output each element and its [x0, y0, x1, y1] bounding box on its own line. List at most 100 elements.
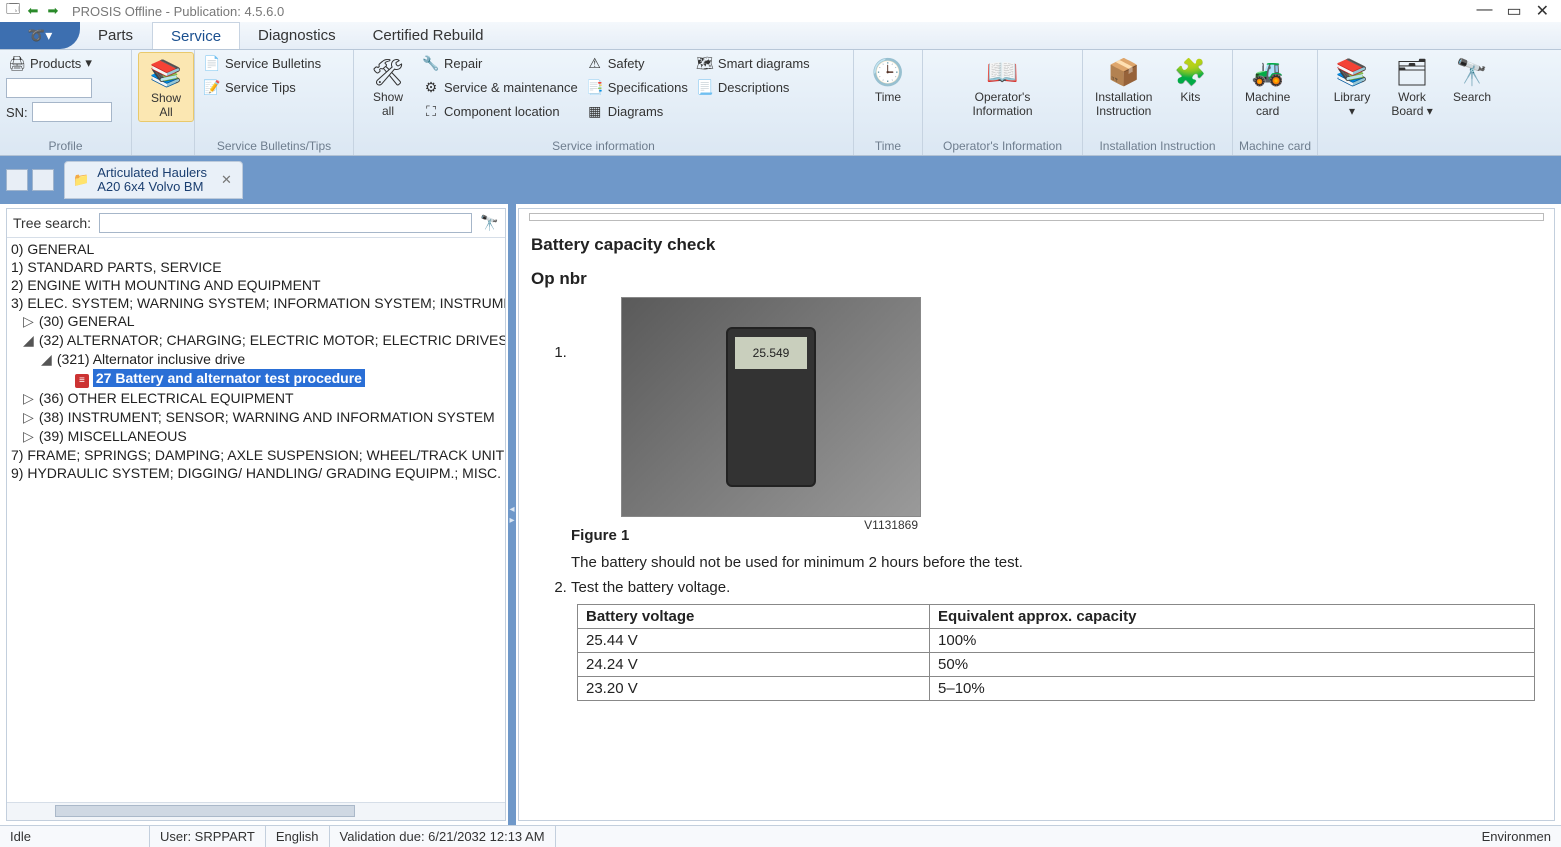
wrench-icon: 🔧	[422, 54, 440, 72]
products-icon: 🖨	[8, 54, 26, 72]
expand-icon[interactable]: ▷	[23, 409, 35, 426]
tree-label: (32) ALTERNATOR; CHARGING; ELECTRIC MOTO…	[39, 332, 505, 348]
nav-prev-button[interactable]	[6, 169, 28, 191]
close-button[interactable]: ✕	[1536, 1, 1549, 21]
tree-search-input[interactable]	[99, 213, 472, 233]
tree-search-label: Tree search:	[13, 215, 91, 231]
tree-label: 0) GENERAL	[11, 241, 94, 257]
tree-row[interactable]: ▷ (39) MISCELLANEOUS	[7, 427, 505, 446]
library-button[interactable]: 📚Library▾	[1324, 52, 1380, 120]
document-icon: ≡	[75, 374, 89, 388]
expand-icon[interactable]: ▷	[23, 313, 35, 330]
products-input[interactable]	[6, 78, 92, 98]
horizontal-scrollbar[interactable]	[7, 802, 505, 820]
document-tab-bar: 📁 Articulated HaulersA20 6x4 Volvo BM ✕	[0, 156, 1561, 204]
diagram-icon: ▦	[586, 102, 604, 120]
tree-label: 2) ENGINE WITH MOUNTING AND EQUIPMENT	[11, 277, 321, 293]
library-icon: 📚	[1334, 54, 1370, 90]
tab-diagnostics[interactable]: Diagnostics	[240, 22, 355, 49]
tree-row[interactable]: ◢ (321) Alternator inclusive drive	[7, 350, 505, 369]
safety-button[interactable]: ⚠Safety	[584, 52, 690, 74]
minimize-button[interactable]: —	[1476, 1, 1492, 21]
tree-row[interactable]: 1) STANDARD PARTS, SERVICE	[7, 258, 505, 276]
status-language: English	[266, 826, 330, 847]
tree-row[interactable]: 2) ENGINE WITH MOUNTING AND EQUIPMENT	[7, 276, 505, 294]
operators-info-button[interactable]: 📖Operator's Information	[966, 52, 1038, 120]
tab-service[interactable]: Service	[152, 22, 240, 49]
service-maintenance-button[interactable]: ⚙Service & maintenance	[420, 76, 580, 98]
nav-next-button[interactable]	[32, 169, 54, 191]
forward-icon[interactable]: ➡	[44, 2, 62, 20]
chevron-down-icon: ▾	[85, 55, 92, 71]
tab-parts[interactable]: Parts	[80, 22, 152, 49]
tree-row[interactable]: ◢ (32) ALTERNATOR; CHARGING; ELECTRIC MO…	[7, 331, 505, 350]
expand-icon[interactable]: ▷	[23, 428, 35, 445]
menu-tab-bar: ➰▾ Parts Service Diagnostics Certified R…	[0, 22, 1561, 50]
ribbon: 🖨Products ▾ SN: Profile 📚 Show All 📄Serv…	[0, 50, 1561, 156]
installation-instruction-button[interactable]: 📦Installation Instruction	[1089, 52, 1158, 120]
window-title: PROSIS Offline - Publication: 4.5.6.0	[72, 4, 284, 19]
tree-row[interactable]: 7) FRAME; SPRINGS; DAMPING; AXLE SUSPENS…	[7, 446, 505, 464]
tree-label: 9) HYDRAULIC SYSTEM; DIGGING/ HANDLING/ …	[11, 465, 501, 481]
binoculars-icon: 🔭	[1454, 54, 1490, 90]
descriptions-button[interactable]: 📃Descriptions	[694, 76, 812, 98]
tree-row[interactable]: ▷ (36) OTHER ELECTRICAL EQUIPMENT	[7, 389, 505, 408]
document-tab[interactable]: 📁 Articulated HaulersA20 6x4 Volvo BM ✕	[64, 161, 243, 200]
expand-icon[interactable]: ◢	[41, 351, 53, 368]
search-button[interactable]: 🔭Search	[1444, 52, 1500, 106]
tree-panel: Tree search: 🔭 0) GENERAL 1) STANDARD PAR…	[6, 208, 506, 821]
status-user: User: SRPPART	[150, 826, 266, 847]
specifications-button[interactable]: 📑Specifications	[584, 76, 690, 98]
tree-row[interactable]: ▷ (38) INSTRUMENT; SENSOR; WARNING AND I…	[7, 408, 505, 427]
tree-row[interactable]: 3) ELEC. SYSTEM; WARNING SYSTEM; INFORMA…	[7, 294, 505, 312]
show-all-button[interactable]: 📚 Show All	[138, 52, 194, 122]
maximize-button[interactable]: ▭	[1506, 1, 1521, 21]
nav-tree[interactable]: 0) GENERAL 1) STANDARD PARTS, SERVICE 2) E…	[7, 238, 505, 802]
service-bulletins-button[interactable]: 📄Service Bulletins	[201, 52, 323, 74]
tree-label: 1) STANDARD PARTS, SERVICE	[11, 259, 222, 275]
diagrams-button[interactable]: ▦Diagrams	[584, 100, 690, 122]
component-location-button[interactable]: ⛶Component location	[420, 100, 580, 122]
tree-row[interactable]: 9) HYDRAULIC SYSTEM; DIGGING/ HANDLING/ …	[7, 464, 505, 482]
back-icon[interactable]: ⬅	[24, 2, 42, 20]
products-dropdown[interactable]: 🖨Products ▾	[6, 52, 94, 74]
figure-caption: Figure 1	[571, 527, 1546, 544]
machine-card-button[interactable]: 🚜Machine card	[1239, 52, 1296, 120]
machine-icon: 🚜	[1250, 54, 1286, 90]
service-tips-button[interactable]: 📝Service Tips	[201, 76, 323, 98]
clock-icon: 🕒	[870, 54, 906, 90]
step-1: 25.549 V1131869 Figure 1 The battery sho…	[571, 297, 1546, 571]
tree-row[interactable]: 0) GENERAL	[7, 240, 505, 258]
sn-input[interactable]	[32, 102, 112, 122]
tree-search-button[interactable]: 🔭	[480, 214, 499, 232]
smart-icon: 🗺	[696, 54, 714, 72]
bulletin-icon: 📄	[203, 54, 221, 72]
location-icon: ⛶	[422, 102, 440, 120]
tree-label: 7) FRAME; SPRINGS; DAMPING; AXLE SUSPENS…	[11, 447, 504, 463]
tree-row[interactable]: ≡27 Battery and alternator test procedur…	[7, 369, 505, 389]
show-all-icon: 📚	[148, 55, 184, 91]
splitter[interactable]: ◂▸	[508, 204, 516, 825]
expand-icon[interactable]: ◢	[23, 332, 35, 349]
repair-button[interactable]: 🔧Repair	[420, 52, 580, 74]
heading-op-nbr: Op nbr	[531, 269, 1542, 289]
content-panel[interactable]: Battery capacity check Op nbr 25.549 V11…	[518, 208, 1555, 821]
figure-serial: V1131869	[864, 518, 918, 532]
tab-certified-rebuild[interactable]: Certified Rebuild	[355, 22, 503, 49]
app-icon: 🗔	[4, 2, 22, 20]
smart-diagrams-button[interactable]: 🗺Smart diagrams	[694, 52, 812, 74]
tree-row[interactable]: ▷ (30) GENERAL	[7, 312, 505, 331]
status-environment: Environmen	[1472, 826, 1561, 847]
app-menu-button[interactable]: ➰▾	[0, 22, 80, 49]
status-idle: Idle	[0, 826, 150, 847]
doc-icon: 📁	[73, 172, 89, 188]
work-board-button[interactable]: 🗂Work Board ▾	[1384, 52, 1440, 120]
tips-icon: 📝	[203, 78, 221, 96]
expand-icon[interactable]: ▷	[23, 390, 35, 407]
title-bar: 🗔 ⬅ ➡ PROSIS Offline - Publication: 4.5.…	[0, 0, 1561, 22]
kits-button[interactable]: 🧩Kits	[1162, 52, 1218, 106]
close-tab-button[interactable]: ✕	[221, 172, 232, 188]
svcinfo-show-all-button[interactable]: 🛠Show all	[360, 52, 416, 120]
step-2: Test the battery voltage.	[571, 579, 1546, 596]
time-button[interactable]: 🕒Time	[860, 52, 916, 106]
